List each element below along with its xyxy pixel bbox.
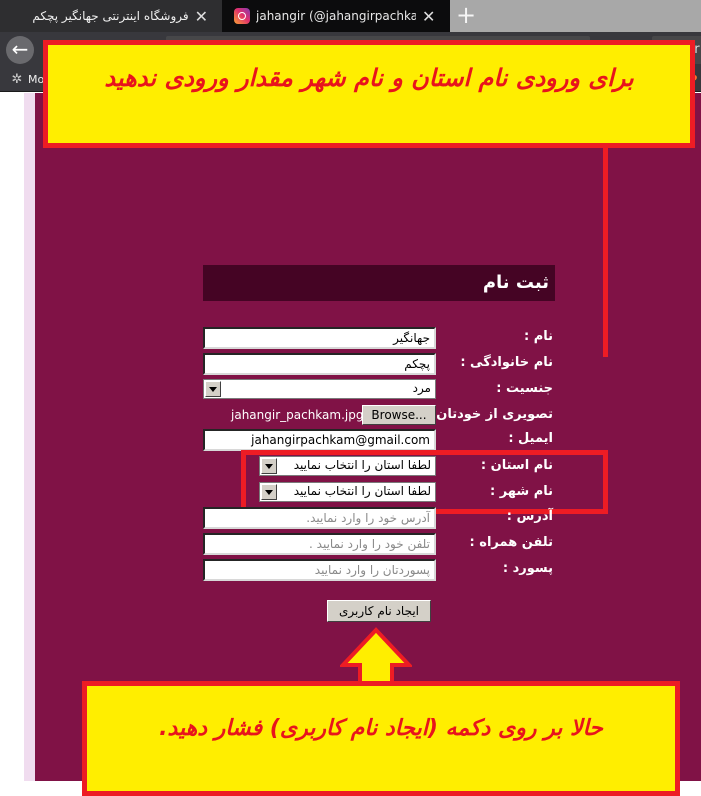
- form-row-gender: جنسیت : مرد: [203, 379, 583, 401]
- form-row-photo: تصویری از خودتان : jahangir_pachkam.jpg …: [203, 405, 583, 427]
- form-row-first-name: نام : جهانگیر: [203, 327, 583, 349]
- form-row-mobile: تلفن همراه : تلفن خود را وارد نمایید .: [203, 533, 583, 555]
- form-row-email: ایمیل : jahangirpachkam@gmail.com: [203, 429, 583, 451]
- annotation-connector-line: [603, 147, 608, 357]
- annotation-highlight-box: [241, 450, 608, 514]
- chevron-down-icon[interactable]: [205, 381, 221, 397]
- back-button[interactable]: ←: [6, 36, 34, 64]
- tab-instagram[interactable]: jahangir (@jahangirpachkam) • Ins ✕: [222, 0, 450, 32]
- new-tab-button[interactable]: +: [452, 0, 480, 32]
- email-label: ایمیل :: [508, 431, 553, 446]
- annotation-callout-top: برای ورودی نام استان و نام شهر مقدار ورو…: [43, 40, 695, 148]
- tab-bar: فروشگاه اینترنتی جهانگیر پچکم ✕ jahangir…: [0, 0, 701, 32]
- form-row-password: پسورد : پسوردتان را وارد نمایید: [203, 559, 583, 581]
- gender-select[interactable]: مرد: [203, 379, 436, 399]
- last-name-label: نام خانوادگی :: [460, 355, 553, 370]
- form-row-address: آدرس : آدرس خود را وارد نمایید.: [203, 507, 583, 529]
- password-input[interactable]: پسوردتان را وارد نمایید: [203, 559, 436, 581]
- registration-title: ثبت نام: [203, 265, 555, 301]
- tab-title: jahangir (@jahangirpachkam) • Ins: [256, 9, 416, 23]
- annotation-arrow-up-icon: [340, 627, 412, 689]
- password-label: پسورد :: [502, 561, 553, 576]
- first-name-input[interactable]: جهانگیر: [203, 327, 436, 349]
- last-name-input[interactable]: پچکم: [203, 353, 436, 375]
- browse-button[interactable]: Browse...: [362, 405, 436, 425]
- first-name-label: نام :: [523, 329, 553, 344]
- instagram-icon: [234, 8, 250, 24]
- mobile-input[interactable]: تلفن خود را وارد نمایید .: [203, 533, 436, 555]
- annotation-callout-bottom: حالا بر روی دکمه (ایجاد نام کاربری) فشار…: [82, 681, 680, 796]
- gender-value: مرد: [412, 381, 431, 395]
- email-input[interactable]: jahangirpachkam@gmail.com: [203, 429, 436, 451]
- form-row-last-name: نام خانوادگی : پچکم: [203, 353, 583, 375]
- selected-filename: jahangir_pachkam.jpg: [231, 408, 364, 422]
- close-icon[interactable]: ✕: [195, 7, 208, 26]
- tab-title: فروشگاه اینترنتی جهانگیر پچکم: [32, 9, 189, 23]
- address-input[interactable]: آدرس خود را وارد نمایید.: [203, 507, 436, 529]
- left-border: [24, 93, 35, 781]
- tab-store[interactable]: فروشگاه اینترنتی جهانگیر پچکم ✕: [0, 0, 222, 32]
- gender-label: جنسیت :: [496, 381, 553, 396]
- create-account-button[interactable]: ایجاد نام کاربری: [327, 600, 431, 622]
- address-label: آدرس :: [506, 509, 553, 524]
- close-icon[interactable]: ✕: [422, 7, 435, 26]
- mobile-label: تلفن همراه :: [469, 535, 553, 550]
- photo-label: تصویری از خودتان :: [426, 407, 554, 422]
- gear-icon: ✲: [11, 71, 23, 87]
